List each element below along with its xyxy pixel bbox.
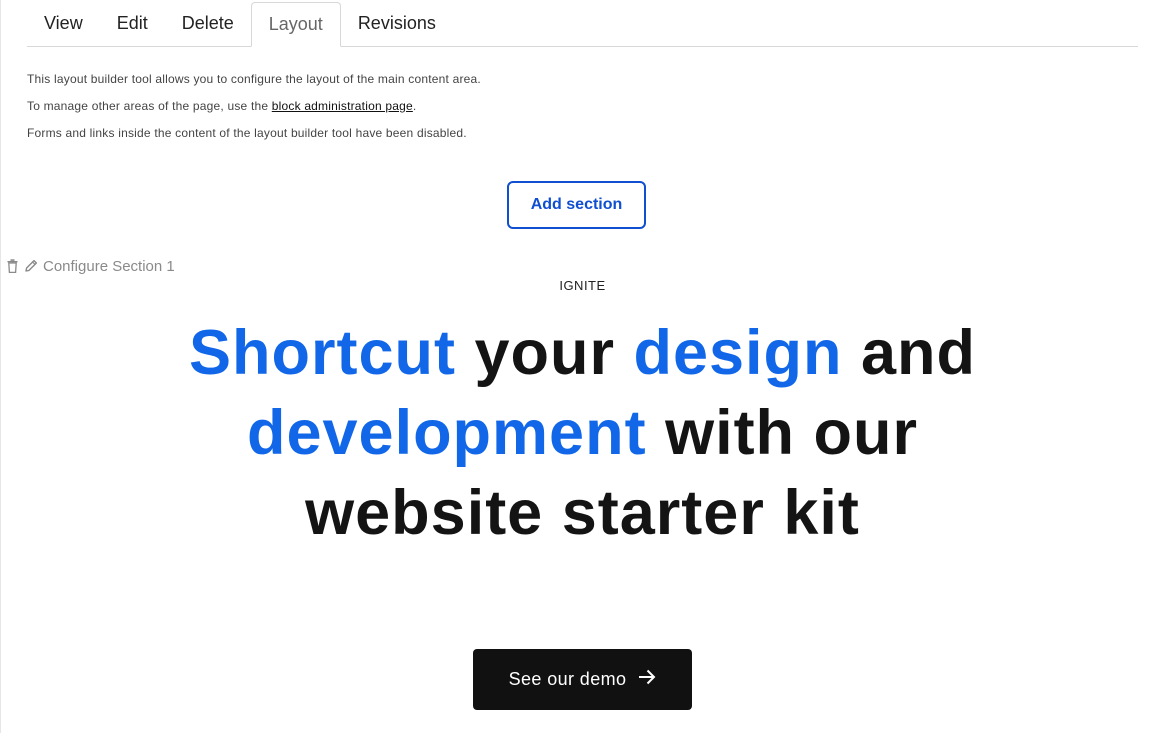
tab-edit[interactable]: Edit — [100, 0, 165, 46]
layout-builder-page: View Edit Delete Layout Revisions This l… — [0, 0, 1151, 733]
tab-view[interactable]: View — [27, 0, 100, 46]
add-section-button[interactable]: Add section — [507, 181, 646, 229]
tab-layout[interactable]: Layout — [250, 2, 341, 47]
hero-headline: Shortcut your design and development wit… — [181, 313, 984, 553]
info-line-3: Forms and links inside the content of th… — [27, 126, 467, 140]
pencil-icon[interactable] — [24, 258, 38, 274]
headline-part-5: development — [246, 398, 647, 468]
block-administration-link[interactable]: block administration page — [272, 99, 413, 113]
see-demo-button[interactable]: See our demo — [473, 649, 692, 710]
info-line-2-prefix: To manage other areas of the page, use t… — [27, 99, 272, 113]
tab-revisions[interactable]: Revisions — [341, 0, 453, 46]
headline-part-2: your — [455, 318, 634, 388]
hero-eyebrow: IGNITE — [559, 278, 606, 293]
layout-builder-message: This layout builder tool allows you to c… — [27, 70, 481, 151]
headline-part-3: design — [633, 318, 843, 388]
trash-icon[interactable] — [5, 258, 19, 274]
tab-delete[interactable]: Delete — [165, 0, 251, 46]
headline-part-1: Shortcut — [188, 318, 456, 388]
headline-part-4: and — [842, 318, 977, 388]
configure-section-controls: Configure Section 1 — [5, 255, 175, 277]
configure-section-link[interactable]: Configure Section 1 — [43, 258, 175, 275]
info-line-2: To manage other areas of the page, use t… — [27, 97, 481, 124]
see-demo-label: See our demo — [508, 669, 627, 689]
arrow-right-icon — [638, 669, 656, 690]
info-line-1: This layout builder tool allows you to c… — [27, 72, 481, 86]
info-line-2-suffix: . — [412, 99, 417, 113]
primary-tabs: View Edit Delete Layout Revisions — [27, 0, 1138, 47]
